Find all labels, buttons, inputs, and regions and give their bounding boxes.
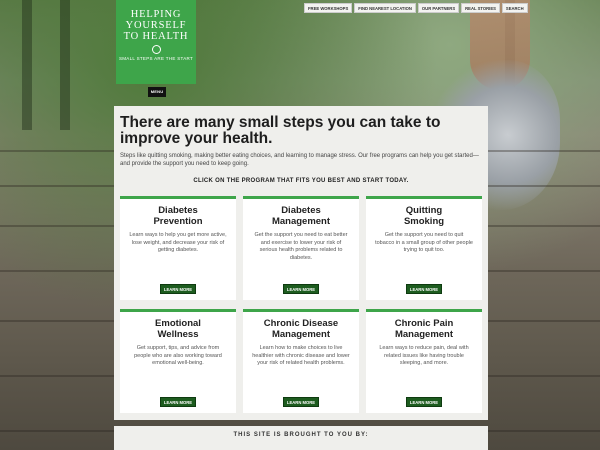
site-logo[interactable]: HELPING YOURSELF TO HEALTH SMALL STEPS A… <box>116 0 196 84</box>
program-cta-text: CLICK ON THE PROGRAM THAT FITS YOU BEST … <box>193 178 409 184</box>
tree-trunk <box>60 0 70 130</box>
tree-trunk <box>22 0 32 130</box>
program-description: Get support, tips, and advice from peopl… <box>134 345 222 366</box>
learn-more-button[interactable]: LEARN MORE <box>283 397 319 407</box>
program-description: Learn ways to help you get more active, … <box>129 232 227 253</box>
main-content-panel: There are many small steps you can take … <box>114 106 488 420</box>
program-card-chronic-disease-management[interactable]: Chronic Disease Management Learn how to … <box>243 309 359 413</box>
program-title: Diabetes Prevention <box>153 205 203 227</box>
page-headline: There are many small steps you can take … <box>120 114 441 147</box>
program-card-diabetes-prevention[interactable]: Diabetes Prevention Learn ways to help y… <box>120 196 236 300</box>
program-card-diabetes-management[interactable]: Diabetes Management Get the support you … <box>243 196 359 300</box>
learn-more-button[interactable]: LEARN MORE <box>283 284 319 294</box>
program-title: Emotional Wellness <box>155 318 201 340</box>
menu-button[interactable]: MENU <box>148 87 166 97</box>
program-card-chronic-pain-management[interactable]: Chronic Pain Management Learn ways to re… <box>366 309 482 413</box>
logo-line-1: HELPING <box>130 9 182 20</box>
logo-tagline: SMALL STEPS ARE THE START <box>118 56 194 61</box>
learn-more-button[interactable]: LEARN MORE <box>160 397 196 407</box>
nav-search[interactable]: SEARCH <box>501 3 528 13</box>
nav-our-partners[interactable]: OUR PARTNERS <box>417 3 460 13</box>
intro-text: Steps like quitting smoking, making bett… <box>120 153 479 167</box>
learn-more-button[interactable]: LEARN MORE <box>406 284 442 294</box>
program-card-quitting-smoking[interactable]: Quitting Smoking Get the support you nee… <box>366 196 482 300</box>
learn-more-button[interactable]: LEARN MORE <box>406 397 442 407</box>
logo-line-3: TO HEALTH <box>123 31 189 42</box>
program-card-emotional-wellness[interactable]: Emotional Wellness Get support, tips, an… <box>120 309 236 413</box>
nav-free-workshops[interactable]: FREE WORKSHOPS <box>304 3 353 13</box>
logo-line-2: YOURSELF <box>125 20 187 31</box>
program-title: Chronic Disease Management <box>263 318 339 340</box>
top-navigation: FREE WORKSHOPS FIND NEAREST LOCATION OUR… <box>304 3 528 13</box>
brought-to-you-by-text: THIS SITE IS BROUGHT TO YOU BY: <box>233 432 369 438</box>
program-title: Chronic Pain Management <box>394 318 454 340</box>
program-description: Learn how to make choices to live health… <box>252 345 350 366</box>
program-description: Learn ways to reduce pain, deal with rel… <box>379 345 469 366</box>
program-description: Get the support you need to quit tobacco… <box>375 232 473 253</box>
learn-more-button[interactable]: LEARN MORE <box>160 284 196 294</box>
footer-sponsors: THIS SITE IS BROUGHT TO YOU BY: <box>114 426 488 450</box>
program-title: Quitting Smoking <box>403 205 445 227</box>
nav-real-stories[interactable]: REAL STORIES <box>461 3 500 13</box>
logo-ring-icon <box>151 45 161 54</box>
program-title: Diabetes Management <box>271 205 331 227</box>
nav-find-nearest-location[interactable]: FIND NEAREST LOCATION <box>354 3 416 13</box>
program-description: Get the support you need to eat better a… <box>254 232 348 261</box>
